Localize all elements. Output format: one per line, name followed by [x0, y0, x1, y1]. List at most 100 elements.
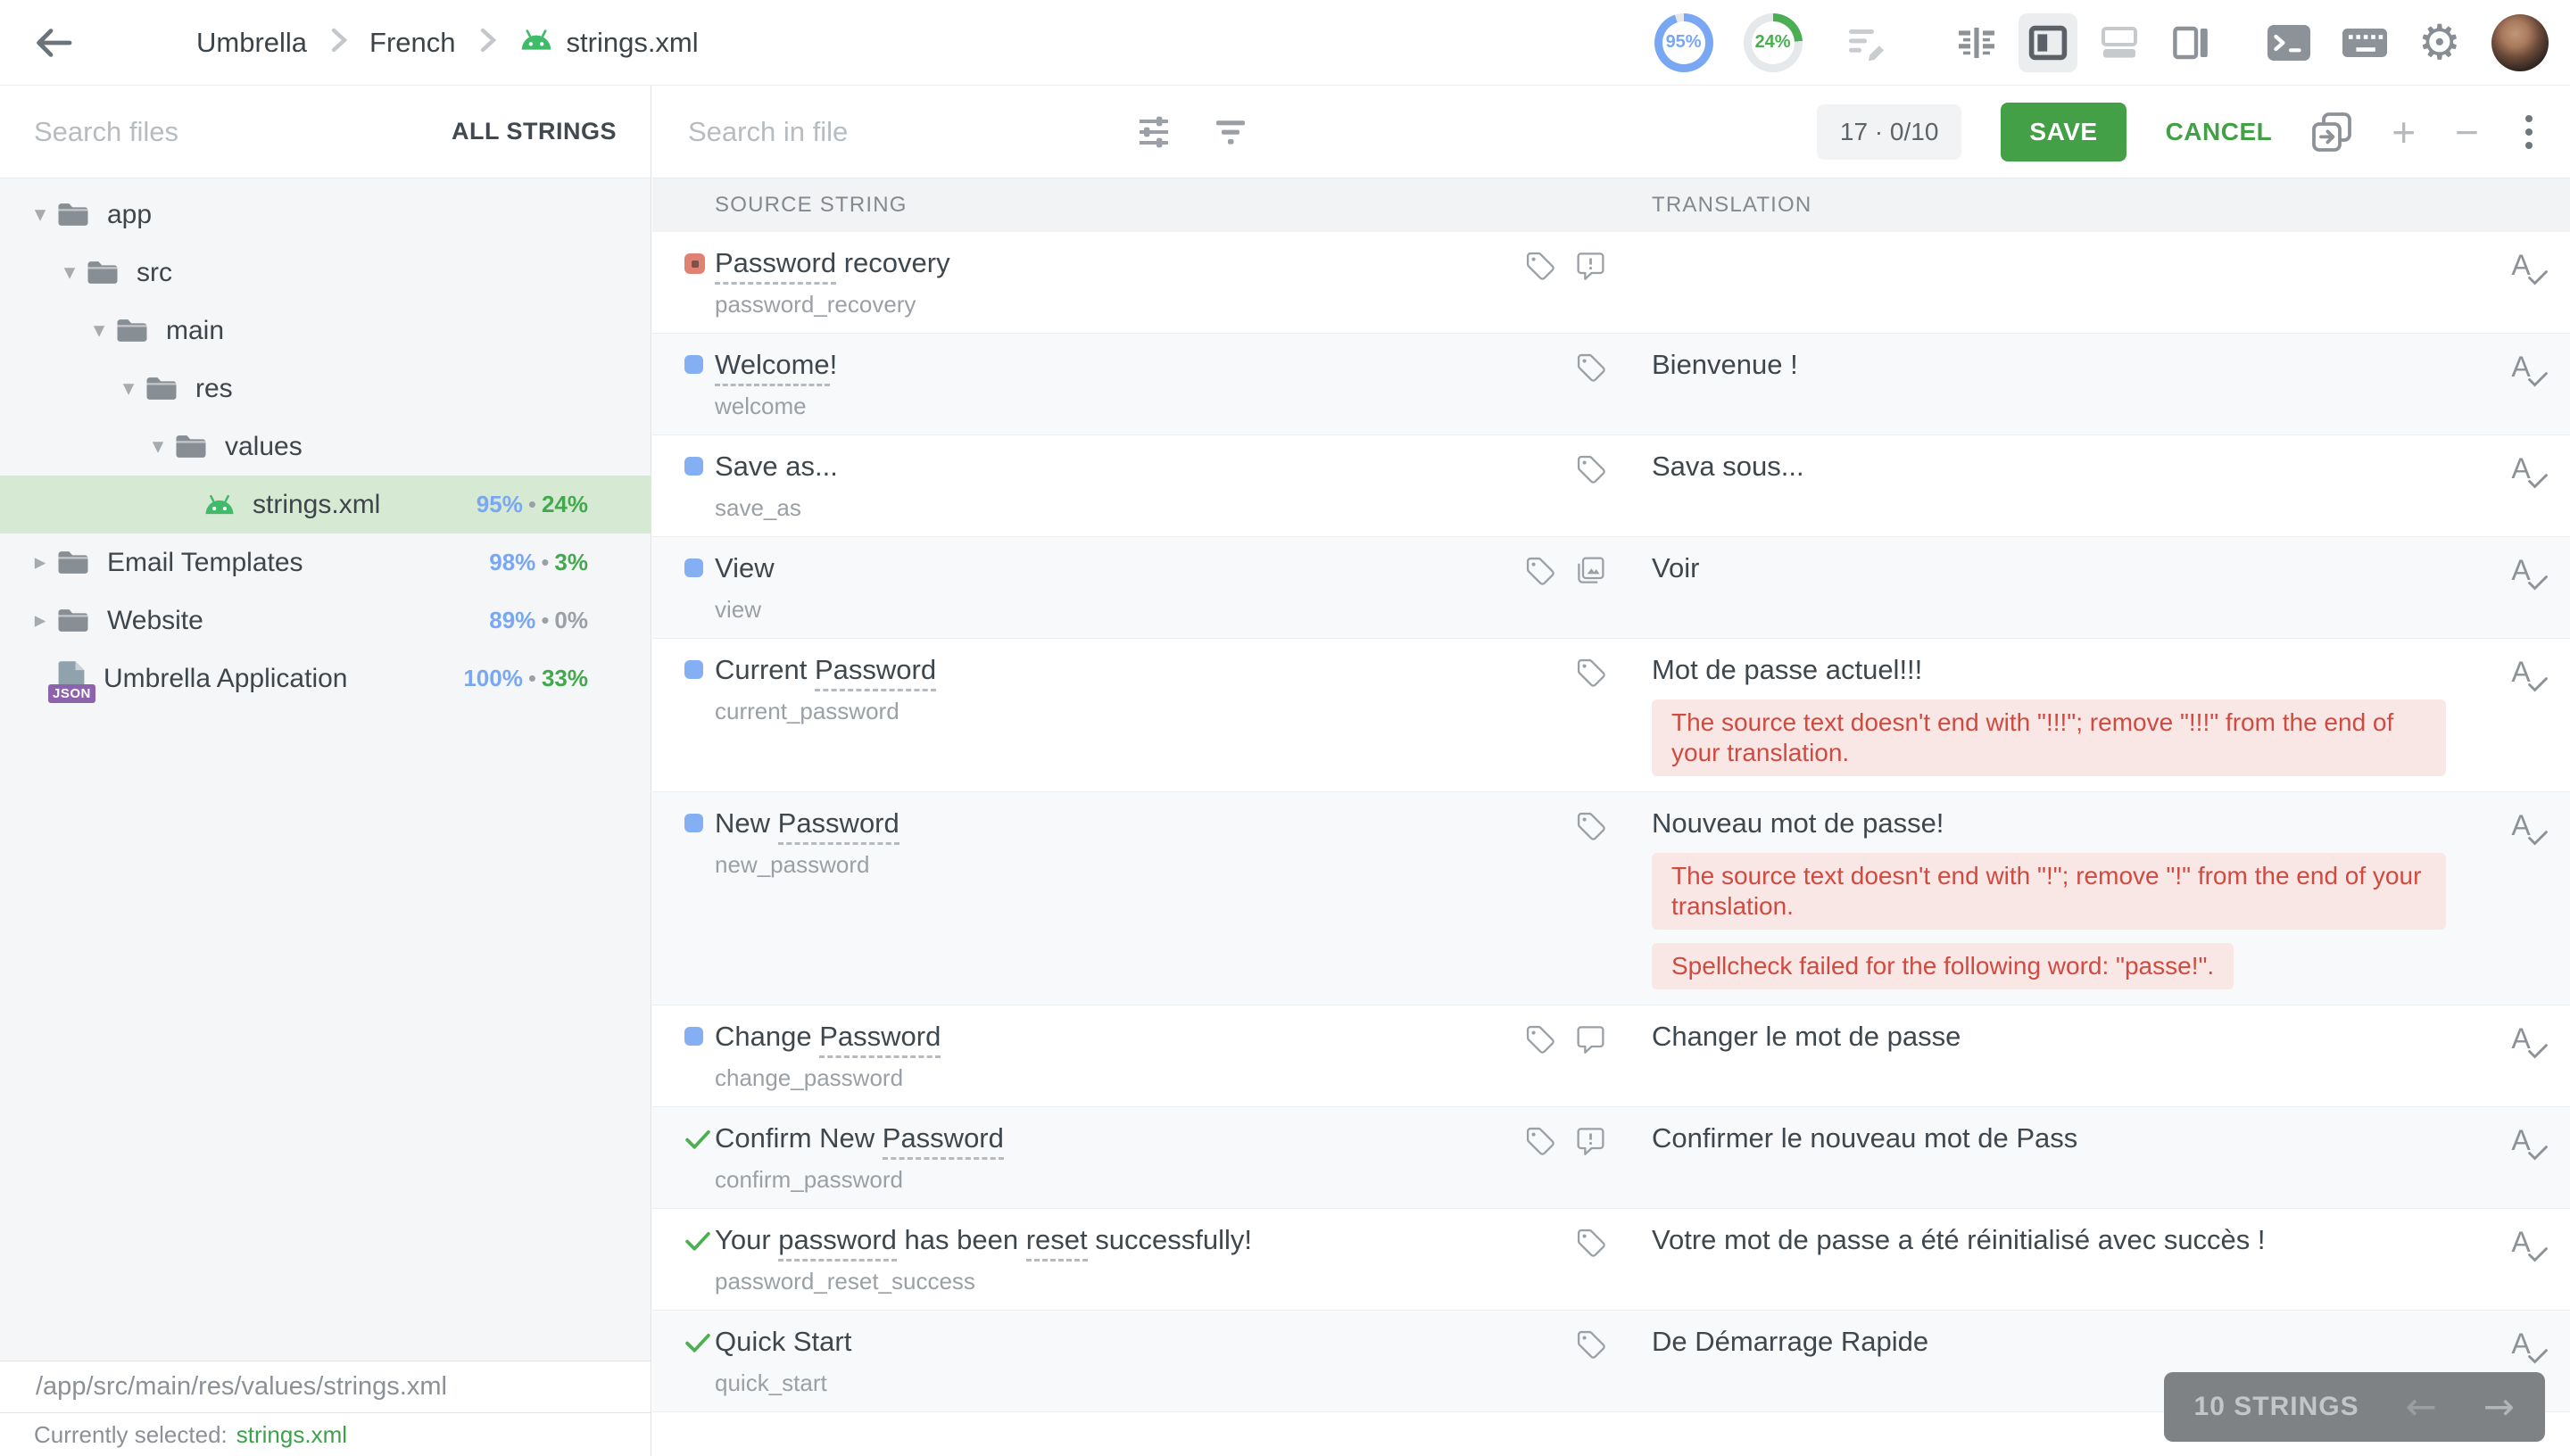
translation-text[interactable]: Sava sous... [1652, 451, 2466, 483]
translation-text[interactable]: Bienvenue ! [1652, 349, 2466, 381]
tag-icon[interactable] [1574, 452, 1607, 485]
glossary-term[interactable]: Password [883, 1122, 1004, 1160]
translation-text[interactable] [1652, 247, 2466, 279]
spellcheck-icon[interactable]: A [2511, 1329, 2542, 1358]
tree-item-app[interactable]: ▾app [0, 186, 651, 244]
tree-item-strings.xml[interactable]: strings.xml95%•24% [0, 476, 651, 534]
zoom-out-icon[interactable]: − [2455, 112, 2479, 153]
comment-alert-icon[interactable] [1574, 249, 1607, 282]
breadcrumb-project[interactable]: Umbrella [196, 27, 307, 59]
string-row-password_recovery[interactable]: Password recoverypassword_recoveryA [652, 232, 2570, 334]
breadcrumb-file[interactable]: strings.xml [518, 27, 699, 59]
keyboard-shortcuts-icon[interactable] [2342, 25, 2388, 61]
currently-selected-file-link[interactable]: strings.xml [236, 1421, 347, 1449]
glossary-term[interactable]: Password [819, 1021, 941, 1058]
cancel-button[interactable]: CANCEL [2166, 118, 2273, 146]
string-row-current_password[interactable]: Current Passwordcurrent_passwordMot de p… [652, 639, 2570, 792]
view-mode-list-icon[interactable] [1947, 13, 2006, 72]
glossary-term[interactable]: Welcome [715, 349, 830, 386]
view-mode-side-by-side-icon[interactable] [2019, 13, 2077, 72]
translation-text[interactable]: Confirmer le nouveau mot de Pass [1652, 1122, 2466, 1154]
terminal-icon[interactable] [2267, 24, 2311, 62]
tag-icon[interactable] [1574, 1226, 1607, 1259]
spellcheck-icon[interactable]: A [2511, 1024, 2542, 1053]
comment-icon[interactable] [1574, 1022, 1607, 1055]
filter-icon[interactable] [1213, 116, 1248, 148]
string-row-confirm_password[interactable]: Confirm New Passwordconfirm_passwordConf… [652, 1107, 2570, 1209]
string-row-save_as[interactable]: Save as...save_asSava sous...A [652, 435, 2570, 537]
screenshot-icon[interactable] [1574, 554, 1607, 587]
all-strings-button[interactable]: ALL STRINGS [452, 118, 617, 145]
string-row-new_password[interactable]: New Passwordnew_passwordNouveau mot de p… [652, 792, 2570, 1005]
glossary-term[interactable]: Password [815, 654, 936, 691]
approved-progress-ring[interactable]: 24% [1744, 13, 1803, 72]
tree-item-website[interactable]: ▸Website89%•0% [0, 592, 651, 649]
tree-item-email-templates[interactable]: ▸Email Templates98%•3% [0, 534, 651, 592]
spellcheck-icon[interactable]: A [2511, 811, 2542, 840]
translation-text[interactable]: Votre mot de passe a été réinitialisé av… [1652, 1224, 2466, 1256]
settings-gear-icon[interactable]: ⚙ [2418, 19, 2461, 67]
tree-item-umbrella-application[interactable]: JSONUmbrella Application100%•33% [0, 649, 651, 707]
save-button[interactable]: SAVE [2001, 103, 2126, 161]
tag-icon[interactable] [1523, 1022, 1556, 1055]
chevron-expanded-icon[interactable]: ▾ [113, 377, 144, 400]
tag-icon[interactable] [1574, 1328, 1607, 1361]
glossary-term[interactable]: password [778, 1224, 897, 1262]
translation-text[interactable]: Nouveau mot de passe! [1652, 807, 2466, 840]
tree-item-res[interactable]: ▾res [0, 360, 651, 418]
prev-page-icon[interactable]: ← [2406, 1388, 2437, 1426]
string-row-change_password[interactable]: Change Passwordchange_passwordChanger le… [652, 1005, 2570, 1107]
translation-text[interactable]: De Démarrage Rapide [1652, 1326, 2466, 1358]
tag-icon[interactable] [1523, 249, 1556, 282]
string-row-welcome[interactable]: Welcome!welcomeBienvenue !A [652, 334, 2570, 435]
file-path-input[interactable]: /app/src/main/res/values/strings.xml [0, 1361, 651, 1412]
glossary-term[interactable]: Password [778, 807, 900, 845]
chevron-collapsed-icon[interactable]: ▸ [25, 609, 55, 632]
chevron-expanded-icon[interactable]: ▾ [25, 203, 55, 226]
more-options-icon[interactable] [2518, 112, 2540, 153]
chevron-expanded-icon[interactable]: ▾ [54, 261, 85, 284]
next-page-icon[interactable]: → [2483, 1388, 2515, 1426]
glossary-term[interactable]: reset [1026, 1224, 1088, 1262]
comment-alert-icon[interactable] [1574, 1124, 1607, 1157]
tree-item-values[interactable]: ▾values [0, 418, 651, 476]
spellcheck-icon[interactable]: A [2511, 251, 2542, 279]
breadcrumb: Umbrella French strings.xml [196, 26, 699, 59]
chevron-expanded-icon[interactable]: ▾ [84, 319, 114, 342]
tag-icon[interactable] [1574, 656, 1607, 689]
translated-progress-ring[interactable]: 95% [1654, 13, 1713, 72]
menu-icon[interactable] [104, 29, 143, 56]
zoom-in-icon[interactable]: + [2392, 112, 2416, 153]
spellcheck-icon[interactable]: A [2511, 556, 2542, 584]
string-row-view[interactable]: ViewviewVoirA [652, 537, 2570, 639]
translation-text[interactable]: Mot de passe actuel!!! [1652, 654, 2466, 686]
tag-icon[interactable] [1574, 809, 1607, 842]
tree-item-src[interactable]: ▾src [0, 244, 651, 302]
chevron-collapsed-icon[interactable]: ▸ [25, 551, 55, 574]
chevron-expanded-icon[interactable]: ▾ [143, 435, 173, 458]
back-icon[interactable] [32, 26, 73, 60]
copy-source-icon[interactable] [2311, 112, 2352, 153]
glossary-term[interactable]: Password [715, 247, 836, 285]
breadcrumb-language[interactable]: French [369, 27, 455, 59]
user-avatar[interactable] [2491, 14, 2549, 71]
status-translated-icon [684, 1027, 703, 1046]
spellcheck-icon[interactable]: A [2511, 1228, 2542, 1256]
spellcheck-icon[interactable]: A [2511, 352, 2542, 381]
tag-icon[interactable] [1574, 351, 1607, 384]
string-row-password_reset_success[interactable]: Your password has been reset successfull… [652, 1209, 2570, 1311]
tree-item-main[interactable]: ▾main [0, 302, 651, 360]
translation-text[interactable]: Changer le mot de passe [1652, 1021, 2466, 1053]
search-settings-icon[interactable] [1134, 114, 1173, 150]
search-files-input[interactable]: Search files [34, 116, 452, 148]
view-mode-bottom-panel-icon[interactable] [2090, 13, 2149, 72]
draft-notes-icon[interactable] [1845, 24, 1888, 62]
spellcheck-icon[interactable]: A [2511, 658, 2542, 686]
spellcheck-icon[interactable]: A [2511, 1126, 2542, 1154]
search-in-file-input[interactable]: Search in file [688, 116, 1134, 148]
view-mode-right-panel-icon[interactable] [2161, 13, 2220, 72]
tag-icon[interactable] [1523, 1124, 1556, 1157]
spellcheck-icon[interactable]: A [2511, 454, 2542, 483]
tag-icon[interactable] [1523, 554, 1556, 587]
translation-text[interactable]: Voir [1652, 552, 2466, 584]
